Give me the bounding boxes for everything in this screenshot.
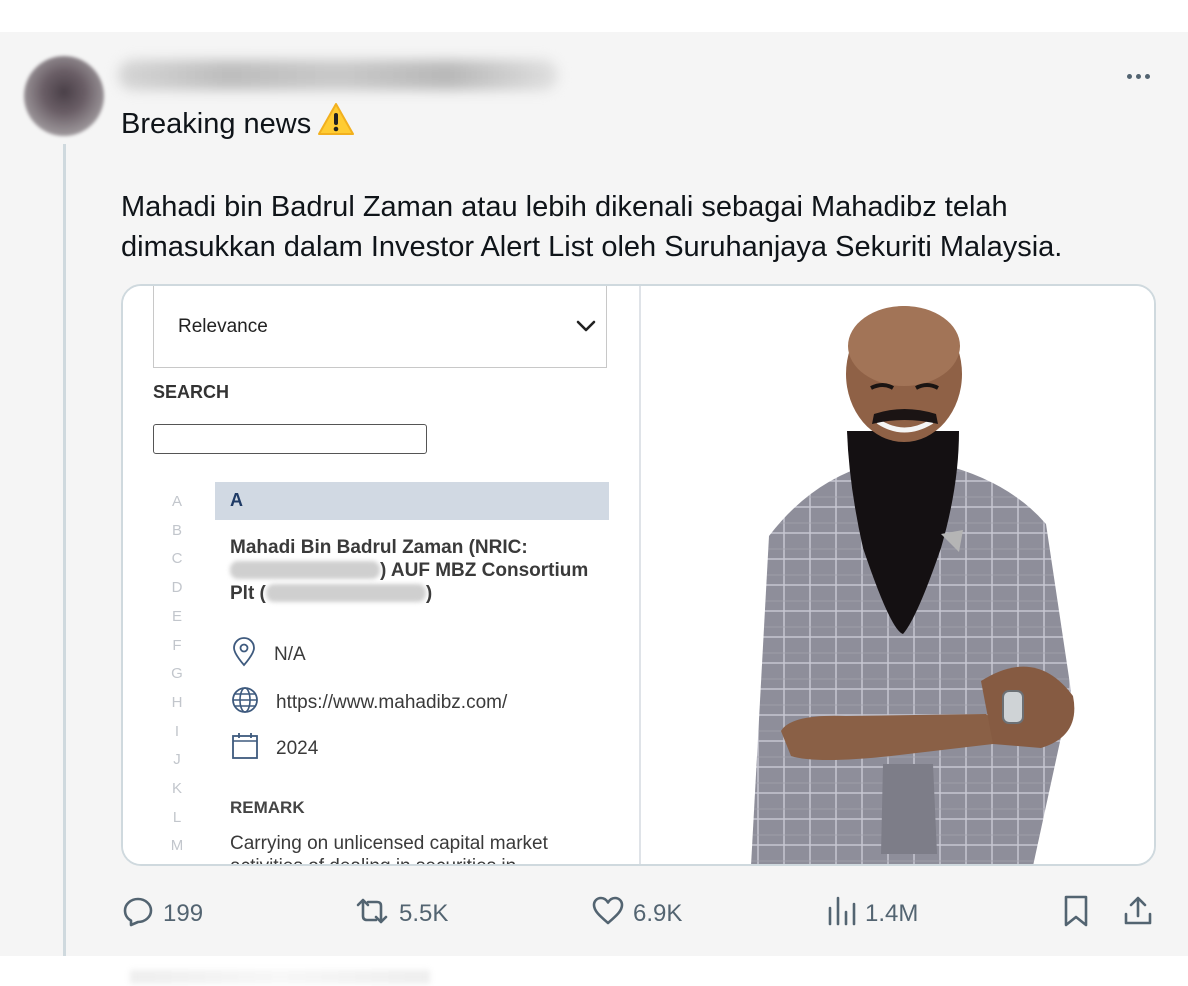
location-pin-icon: [230, 637, 258, 673]
warning-icon: [317, 102, 355, 147]
repost-button[interactable]: 5.5K: [353, 892, 448, 936]
chevron-down-icon: [574, 314, 598, 343]
year-row: 2024: [230, 732, 318, 766]
globe-icon: [230, 685, 260, 721]
tweet-body: Mahadi bin Badrul Zaman atau lebih diken…: [121, 191, 1063, 263]
remark-text: Carrying on unlicensed capital market: [230, 833, 548, 854]
views-icon: [827, 894, 857, 935]
redacted-registration: [265, 584, 426, 602]
media-image[interactable]: Relevance SEARCH A B C D E F G H I J K L: [121, 284, 1156, 866]
alert-list-screenshot: Relevance SEARCH A B C D E F G H I J K L: [123, 286, 641, 864]
remark-label: REMARK: [230, 798, 305, 817]
sort-select: Relevance: [153, 286, 607, 368]
avatar[interactable]: [24, 56, 104, 136]
letter-header: A: [215, 482, 609, 520]
share-button[interactable]: [1121, 892, 1155, 936]
search-input: [153, 424, 427, 454]
like-button[interactable]: 6.9K: [591, 892, 682, 936]
address-row: N/A: [230, 637, 306, 673]
views-button[interactable]: 1.4M: [827, 892, 918, 936]
tweet-headline: Breaking news: [121, 102, 1161, 147]
reply-button[interactable]: 199: [121, 892, 203, 936]
thread-line: [63, 144, 66, 956]
sort-select-value: Relevance: [178, 316, 268, 337]
tweet: Breaking news Mahadi bin Badrul Zaman at…: [0, 32, 1188, 956]
search-label: SEARCH: [153, 382, 230, 402]
reply-count: 199: [163, 900, 204, 927]
top-band: [0, 0, 1188, 32]
bookmark-icon: [1061, 894, 1091, 935]
action-bar: 199 5.5K 6.9K 1.4M: [121, 892, 1161, 936]
remark-text-cutoff: activities of dealing in securities in: [230, 856, 610, 864]
calendar-icon: [230, 731, 260, 767]
like-count: 6.9K: [633, 900, 683, 927]
repost-icon: [353, 894, 391, 935]
website-row: https://www.mahadibz.com/: [230, 686, 507, 720]
redacted-nric: [230, 561, 380, 579]
alphabet-index: A B C D E F G H I J K L M N: [170, 493, 184, 855]
share-icon: [1121, 894, 1155, 935]
next-tweet-preview: [0, 956, 1188, 986]
more-options-button[interactable]: [1118, 64, 1158, 88]
tweet-text: Breaking news Mahadi bin Badrul Zaman at…: [121, 102, 1161, 267]
more-icon: [1126, 73, 1132, 79]
bookmark-button[interactable]: [1061, 892, 1091, 936]
person-photo: [641, 286, 1154, 864]
entity-name: Mahadi Bin Badrul Zaman (NRIC: ) AUF MBZ…: [230, 537, 589, 604]
views-count: 1.4M: [865, 900, 919, 927]
redacted-author-name: [118, 60, 558, 90]
repost-count: 5.5K: [399, 900, 449, 927]
like-icon: [591, 894, 625, 935]
reply-icon: [121, 894, 155, 935]
